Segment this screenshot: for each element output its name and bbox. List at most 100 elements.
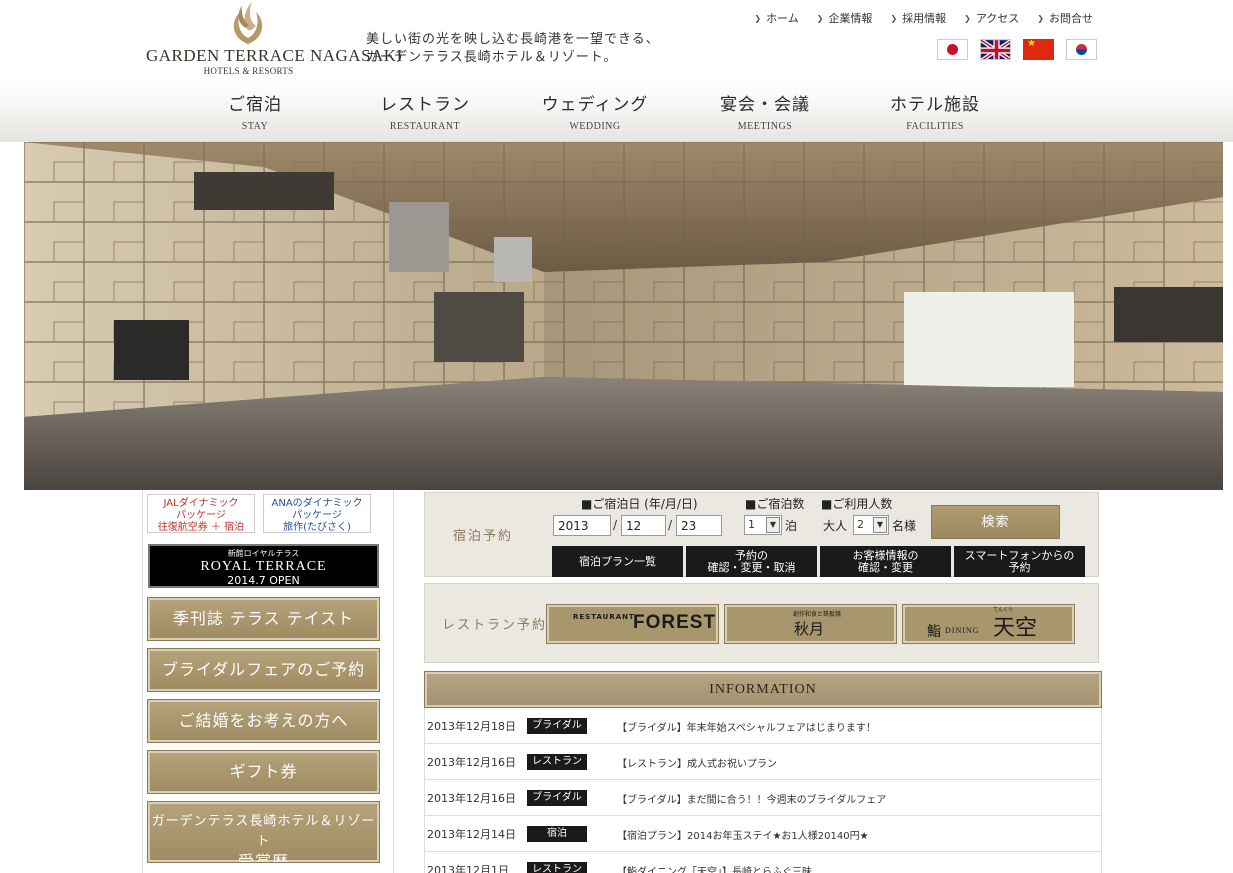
dropdown-arrow-icon: ▼ [766, 517, 780, 533]
uk-flag-icon[interactable] [980, 39, 1011, 60]
language-flags [937, 39, 1097, 60]
chevron-right-icon: ❯ [816, 13, 824, 23]
royal-terrace-banner[interactable]: 新館ロイヤルテラス ROYAL TERRACE 2014.7 OPEN [148, 544, 379, 588]
nav-facilities[interactable]: ホテル施設 facilities [850, 90, 1020, 132]
nav-restaurant[interactable]: レストラン Restaurant [340, 90, 510, 132]
smartphone-booking-button[interactable]: スマートフォンからの 予約 [954, 546, 1085, 577]
gift-voucher-button[interactable]: ギフト券 [147, 750, 380, 794]
news-item[interactable]: 2013年12月18日 ブライダル 【ブライダル】年末年始スペシャルフェアはじま… [425, 708, 1101, 744]
jal-line3: 往復航空券 ＋ 宿泊 [157, 522, 245, 533]
top-links: ❯ ホーム ❯ 企業情報 ❯ 採用情報 ❯ アクセス ❯ お問合せ [736, 10, 1093, 26]
nav-meetings[interactable]: 宴会・会議 meetings [680, 90, 850, 132]
tagline: 美しい街の光を映し込む長崎港を一望できる、 ガーデンテラス長崎ホテル＆リゾート。 [366, 31, 660, 67]
month-input[interactable]: 12 [621, 515, 666, 536]
confirm-line2: 確認・変更・取消 [707, 560, 796, 574]
checkin-date-label: ■ご宿泊日 (年/月/日) [581, 497, 698, 511]
news-tag: 宿泊 [527, 826, 587, 842]
adult-unit: 名様 [892, 519, 917, 533]
royal-line1: 新館ロイヤルテラス [227, 549, 300, 558]
hero-image [24, 142, 1223, 490]
terrace-taste-button[interactable]: 季刊誌 テラス テイスト [147, 597, 380, 641]
ana-line3: 旅作(たびさく) [283, 522, 351, 533]
chevron-right-icon: ❯ [964, 13, 971, 23]
korea-flag-icon[interactable] [1066, 39, 1097, 60]
restaurant-reservation-panel: レストラン予約 RESTAURANT FOREST 創作和食と鉄板焼 秋月 鮨 … [424, 583, 1099, 663]
restaurant-shugetsu-button[interactable]: 創作和食と鉄板焼 秋月 [724, 604, 897, 644]
news-item[interactable]: 2013年12月1日 レストラン 【鮨ダイニング「天空」】長崎とらふぐ三昧 [425, 852, 1101, 873]
year-input[interactable]: 2013 [553, 515, 611, 536]
adults-select[interactable]: 2 ▼ [853, 515, 889, 535]
news-tag: レストラン [527, 754, 587, 770]
china-flag-icon[interactable] [1023, 39, 1054, 60]
airline-packages: JALダイナミック パッケージ 往復航空券 ＋ 宿泊 ANAのダイナミック パッ… [147, 494, 371, 533]
news-item[interactable]: 2013年12月16日 レストラン 【レストラン】成人式お祝いプラン [425, 744, 1101, 780]
guest-info-button[interactable]: お客様情報の 確認・変更 [820, 546, 951, 577]
news-tag: ブライダル [527, 718, 587, 734]
smartphone-line1: スマートフォンからの [964, 548, 1075, 562]
guests-label: ■ご利用人数 [821, 497, 893, 511]
nav-label: 宴会・会議 [720, 95, 810, 115]
awards-line1: ガーデンテラス長崎ホテル＆リゾート [151, 814, 376, 849]
dropdown-arrow-icon: ▼ [873, 517, 887, 533]
news-title[interactable]: 【ブライダル】年末年始スペシャルフェアはじまります！ [617, 719, 876, 734]
nav-wedding[interactable]: ウェディング Wedding [510, 90, 680, 132]
plan-list-button[interactable]: 宿泊プラン一覧 [552, 546, 683, 577]
logo-subtitle: Hotels & Resorts [203, 66, 294, 76]
news-item[interactable]: 2013年12月14日 宿泊 【宿泊プラン】2014お年玉ステイ★お1人様201… [425, 816, 1101, 852]
news-title[interactable]: 【ブライダル】まだ間に合う！！今週末のブライダルフェア [617, 791, 886, 806]
adults-value: 2 [857, 518, 864, 531]
smartphone-line2: 予約 [1008, 560, 1031, 574]
news-title[interactable]: 【レストラン】成人式お祝いプラン [617, 755, 777, 770]
nav-sublabel: Restaurant [389, 121, 461, 132]
tagline-line2: ガーデンテラス長崎ホテル＆リゾート。 [366, 50, 618, 65]
top-link-label: 採用情報 [902, 12, 947, 25]
sidebar: JALダイナミック パッケージ 往復航空券 ＋ 宿泊 ANAのダイナミック パッ… [142, 490, 394, 873]
top-link-label: アクセス [975, 12, 1020, 25]
nav-label: ホテル施設 [890, 95, 980, 115]
search-button[interactable]: 検索 [931, 505, 1060, 539]
news-title[interactable]: 【宿泊プラン】2014お年玉ステイ★お1人様20140円★ [617, 827, 869, 842]
stay-reservation-panel: 宿泊予約 ■ご宿泊日 (年/月/日) ■ご宿泊数 ■ご利用人数 2013 / 1… [424, 492, 1099, 577]
bridal-fair-button[interactable]: ブライダルフェアのご予約 [147, 648, 380, 692]
date-separator: / [613, 518, 618, 532]
tagline-line1: 美しい街の光を映し込む長崎港を一望できる、 [366, 32, 660, 47]
news-title[interactable]: 【鮨ダイニング「天空」】長崎とらふぐ三昧 [617, 863, 812, 873]
restaurant-tenku-button[interactable]: 鮨 DINING 天空 てんくう [902, 604, 1075, 644]
chevron-right-icon: ❯ [754, 13, 762, 23]
news-date: 2013年12月16日 [427, 756, 516, 769]
confirm-line1: 予約の [735, 548, 768, 562]
news-date: 2013年12月16日 [427, 792, 516, 805]
tenku-big: 天空 [993, 616, 1038, 641]
top-link-contact[interactable]: ❯ お問合せ [1037, 10, 1093, 26]
japan-flag-icon[interactable] [937, 39, 968, 60]
ana-line2: パッケージ [292, 510, 342, 521]
awards-button[interactable]: ガーデンテラス長崎ホテル＆リゾート 受賞歴 [147, 801, 380, 871]
hero-photo-illustration [24, 142, 1223, 490]
awards-line2: 受賞歴 [237, 852, 289, 871]
nav-stay[interactable]: ご宿泊 Stay [170, 90, 340, 132]
guest-info-line2: 確認・変更 [858, 560, 913, 574]
top-link-company[interactable]: ❯ 企業情報 [817, 10, 873, 26]
shugetsu-big: 秋月 [794, 620, 825, 638]
jal-line2: パッケージ [176, 510, 226, 521]
top-link-label: お問合せ [1049, 12, 1093, 25]
tenku-ruby: てんくう [993, 607, 1013, 613]
top-link-access[interactable]: ❯ アクセス [964, 10, 1019, 26]
jal-package-banner[interactable]: JALダイナミック パッケージ 往復航空券 ＋ 宿泊 [147, 494, 255, 533]
news-tag: ブライダル [527, 790, 587, 806]
top-link-home[interactable]: ❯ ホーム [754, 10, 798, 26]
news-item[interactable]: 2013年12月16日 ブライダル 【ブライダル】まだ間に合う！！今週末のブライ… [425, 780, 1101, 816]
shugetsu-small: 創作和食と鉄板焼 [793, 611, 842, 618]
restaurant-forest-button[interactable]: RESTAURANT FOREST [546, 604, 719, 644]
top-link-label: ホーム [766, 12, 799, 25]
logo-name: Garden Terrace Nagasaki [146, 46, 403, 65]
confirm-reservation-button[interactable]: 予約の 確認・変更・取消 [686, 546, 817, 577]
wedding-planning-button[interactable]: ご結婚をお考えの方へ [147, 699, 380, 743]
ana-package-banner[interactable]: ANAのダイナミック パッケージ 旅作(たびさく) [263, 494, 371, 533]
site-logo[interactable]: Garden Terrace Nagasaki Hotels & Resorts [146, 0, 403, 78]
nights-select[interactable]: 1 ▼ [744, 515, 782, 535]
day-input[interactable]: 23 [676, 515, 722, 536]
nights-value: 1 [748, 518, 755, 531]
top-link-recruit[interactable]: ❯ 採用情報 [890, 10, 946, 26]
restaurant-reservation-title: レストラン予約 [442, 618, 548, 633]
